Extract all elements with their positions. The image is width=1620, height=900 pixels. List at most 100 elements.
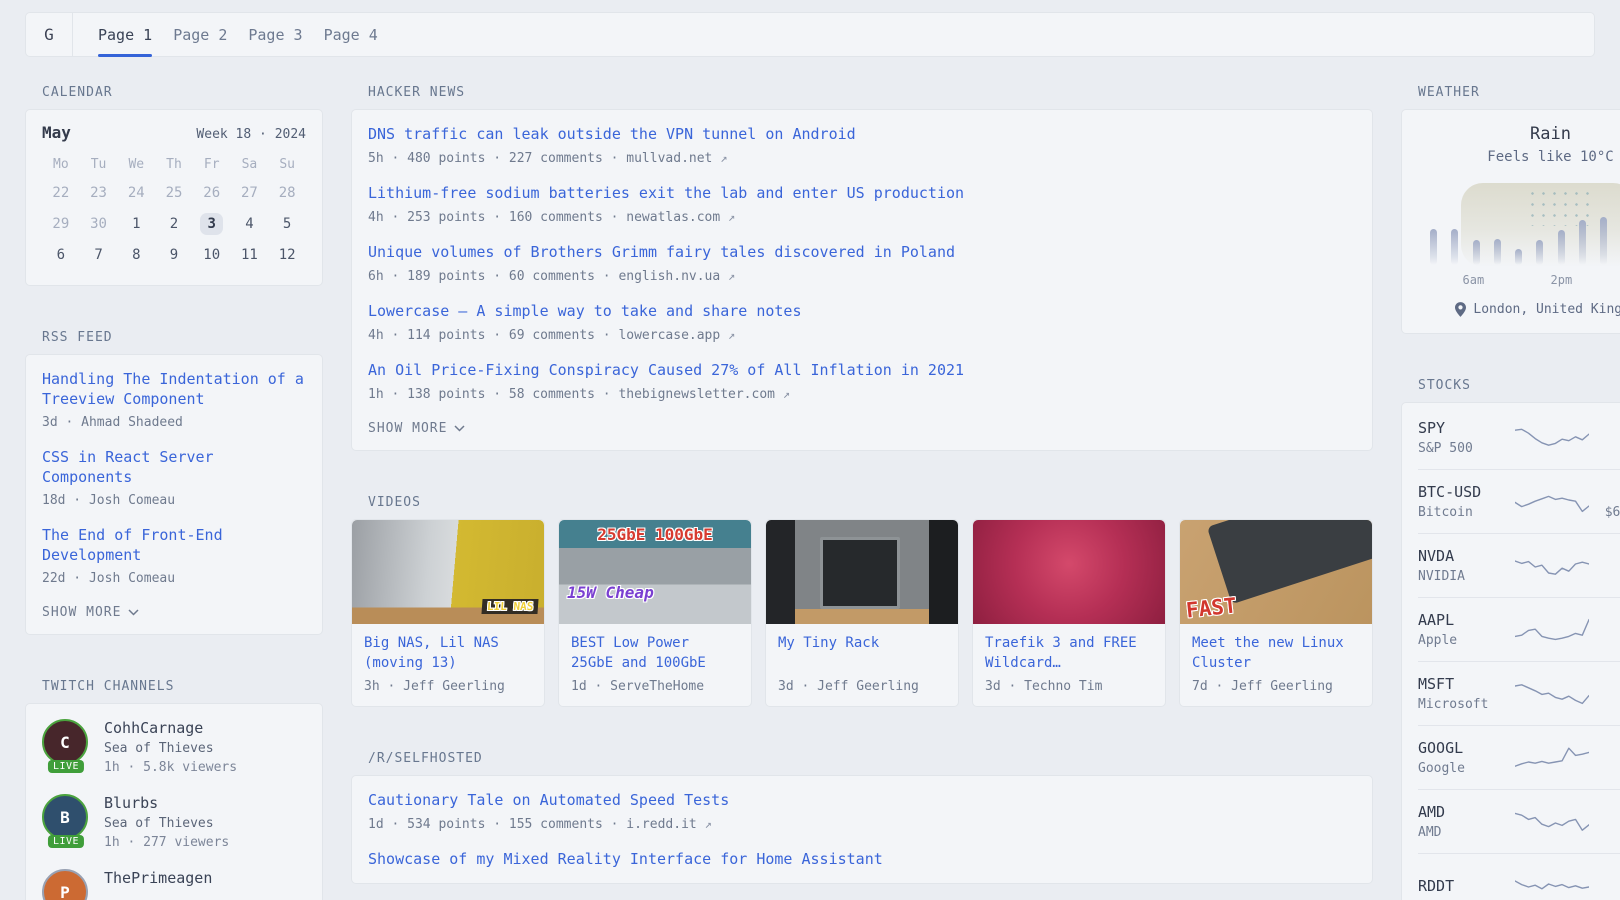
avatar: C [42,719,88,765]
stock-sparkline [1510,804,1593,840]
video-card: Traefik 3 and FREE Wildcard…3d · Techno … [972,519,1166,707]
weather-bar [1515,249,1522,265]
video-thumbnail[interactable] [766,520,958,624]
stock-price: $184.51 [1593,633,1620,648]
calendar-dow-label: We [117,157,155,172]
feed-item: An Oil Price-Fixing Conspiracy Caused 27… [368,360,1356,404]
external-link-icon: ↗ [728,210,735,224]
video-card-body: My Tiny Rack3d · Jeff Geerling [766,624,958,706]
twitch-avatar[interactable]: CLIVE [42,719,90,773]
tab-page-4[interactable]: Page 4 [324,13,378,56]
twitch-channel-name[interactable]: ThePrimeagen [104,869,212,887]
feed-item-title[interactable]: Lowercase – A simple way to take and sha… [368,301,1356,321]
stock-change: +2.97% [1593,803,1620,821]
feed-item-title[interactable]: Showcase of my Mixed Reality Interface f… [368,849,1356,869]
weather-card: Rain Feels like 10°C 12° 6am2pm10pm Lond… [1401,109,1620,334]
calendar-day-number: 24 [121,182,152,204]
sparkline-chart [1515,868,1589,900]
twitch-avatar[interactable]: BLIVE [42,794,90,848]
video-title[interactable]: BEST Low Power 25GbE and 100GbE Switch… [571,633,739,673]
tab-page-2[interactable]: Page 2 [173,13,227,56]
twitch-widget: TWITCH CHANNELS CLIVECohhCarnageSea of T… [25,679,323,900]
weather-section-label: WEATHER [1418,85,1620,100]
feed-item-meta: 5h · 480 points · 227 comments · mullvad… [368,149,1356,168]
calendar-day-headers: MoTuWeThFrSaSu [42,157,306,172]
feed-item-meta: 3d · Ahmad Shadeed [42,414,306,432]
stock-symbol[interactable]: RDDT [1418,877,1510,895]
tab-page-1[interactable]: Page 1 [98,13,152,56]
thumbnail-text: 15W Cheap [567,583,654,602]
weather-bar [1494,239,1501,265]
feed-item-meta: 4h · 253 points · 160 comments · newatla… [368,208,1356,227]
stock-symbol[interactable]: GOOGL [1418,739,1510,757]
stock-symbol[interactable]: BTC-USD [1418,483,1510,501]
hn-show-more-button[interactable]: SHOW MORE [368,421,1356,436]
twitch-avatar[interactable]: P [42,869,90,900]
stock-symbol[interactable]: SPY [1418,419,1510,437]
calendar-dow-label: Fr [193,157,231,172]
stock-symbol[interactable]: AMD [1418,803,1510,821]
stock-symbol[interactable]: AAPL [1418,611,1510,629]
calendar-day: 1 [117,208,155,239]
twitch-channel-row: P ThePrimeagen [42,869,306,900]
calendar-day-number: 2 [163,213,185,235]
rss-card: Handling The Indentation of a Treeview C… [25,354,323,635]
feed-item-title[interactable]: Handling The Indentation of a Treeview C… [42,369,306,409]
video-title[interactable]: My Tiny Rack [778,633,946,673]
stock-sparkline [1510,419,1593,455]
stock-company: Bitcoin [1418,505,1510,520]
app-logo[interactable]: G [26,13,73,56]
stock-symbol[interactable]: NVDA [1418,547,1510,565]
top-nav: G Page 1 Page 2 Page 3 Page 4 [25,12,1595,57]
twitch-channel-info: BlurbsSea of Thieves1h · 277 viewers [104,794,229,850]
live-badge: LIVE [48,835,84,848]
calendar-dow-label: Th [155,157,193,172]
twitch-channel-name[interactable]: Blurbs [104,794,229,812]
feed-item-title[interactable]: DNS traffic can leak outside the VPN tun… [368,124,1356,144]
calendar-grid: 222324252627282930123456789101112 [42,177,306,270]
stock-info: AAPLApple [1418,611,1510,648]
weather-bar [1600,217,1607,265]
video-card: My Tiny Rack3d · Jeff Geerling [765,519,959,707]
videos-row: LIL NASBig NAS, Lil NAS (moving 13)3h · … [351,519,1373,707]
reddit-card: Cautionary Tale on Automated Speed Tests… [351,775,1373,884]
video-title[interactable]: Meet the new Linux Cluster [1192,633,1360,673]
tab-page-3[interactable]: Page 3 [248,13,302,56]
video-title[interactable]: Big NAS, Lil NAS (moving 13) [364,633,532,673]
stock-change: +6.63% [1593,611,1620,629]
rss-list: Handling The Indentation of a Treeview C… [42,369,306,588]
stock-symbol[interactable]: MSFT [1418,675,1510,693]
stock-price: $888.12 [1593,569,1620,584]
feed-item: DNS traffic can leak outside the VPN tun… [368,124,1356,168]
video-card: FAST Meet the new Linux Cluster 7d · Jeff … [1179,519,1373,707]
calendar-day: 2 [155,208,193,239]
feed-item-title[interactable]: An Oil Price-Fixing Conspiracy Caused 27… [368,360,1356,380]
feed-item-title[interactable]: Cautionary Tale on Automated Speed Tests [368,790,1356,810]
twitch-viewers: 1h · 5.8k viewers [104,760,237,775]
video-thumbnail[interactable] [973,520,1165,624]
feed-item-title[interactable]: Unique volumes of Brothers Grimm fairy t… [368,242,1356,262]
video-thumbnail[interactable]: FAST [1180,520,1372,624]
stock-price: $511.69 [1593,441,1620,456]
feed-item-title[interactable]: Lithium-free sodium batteries exit the l… [368,183,1356,203]
stock-info: SPYS&P 500 [1418,419,1510,456]
video-card: LIL NASBig NAS, Lil NAS (moving 13)3h · … [351,519,545,707]
video-thumbnail[interactable]: LIL NAS [352,520,544,624]
calendar-day-number: 28 [272,182,303,204]
feed-item-title[interactable]: The End of Front-End Development [42,525,306,565]
stock-values: +6.63% $184.51 [1593,611,1620,648]
stock-sparkline [1510,548,1593,584]
sparkline-chart [1515,804,1589,840]
rss-show-more-button[interactable]: SHOW MORE [42,605,306,620]
feed-item-title[interactable]: CSS in React Server Components [42,447,306,487]
hn-section-label: HACKER NEWS [368,85,1373,100]
video-thumbnail[interactable]: 25GbE 100GbE15W Cheap [559,520,751,624]
video-meta: 7d · Jeff Geerling [1192,679,1360,694]
calendar-day: 25 [155,177,193,208]
chevron-down-icon [454,425,465,432]
calendar-day-number: 10 [196,244,227,266]
feed-item: Unique volumes of Brothers Grimm fairy t… [368,242,1356,286]
video-title[interactable]: Traefik 3 and FREE Wildcard… [985,633,1153,673]
middle-column: HACKER NEWS DNS traffic can leak outside… [351,85,1373,884]
twitch-channel-name[interactable]: CohhCarnage [104,719,237,737]
